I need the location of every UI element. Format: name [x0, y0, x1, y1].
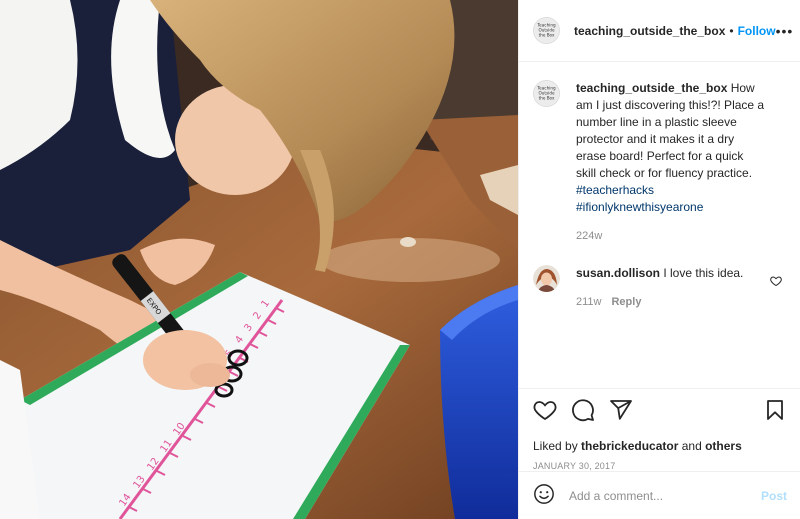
post-photo[interactable]: 1 2 3 4 5 10 11 12 13 14 EXPO: [0, 0, 518, 519]
caption-text-block: teaching_outside_the_box How am I just d…: [576, 80, 766, 216]
bookmark-icon[interactable]: [763, 398, 787, 425]
likes-prefix: Liked by: [533, 439, 582, 453]
emoji-icon[interactable]: [533, 483, 555, 508]
likes-middle: and: [678, 439, 706, 453]
share-icon[interactable]: [609, 398, 633, 425]
comment-text: I love this idea.: [660, 266, 744, 280]
comment-icon[interactable]: [571, 398, 595, 425]
comments-section: Teaching Outside the Box teaching_outsid…: [519, 62, 800, 311]
caption-username[interactable]: teaching_outside_the_box: [576, 81, 727, 95]
add-comment-bar: Post: [519, 471, 800, 519]
post-comment-button[interactable]: Post: [761, 489, 787, 503]
hashtag-link[interactable]: #teacherhacks: [576, 183, 654, 197]
likes-summary: Liked by thebrickeducator and others: [533, 439, 787, 453]
caption-text: How am I just discovering this!?! Place …: [576, 81, 765, 180]
caption-age: 224w: [576, 230, 603, 242]
separator-dot: •: [729, 23, 734, 38]
more-icon[interactable]: •••: [776, 23, 794, 39]
comment-like-heart-icon[interactable]: [770, 275, 782, 290]
caption-author-avatar[interactable]: Teaching Outside the Box: [533, 80, 560, 107]
reply-button[interactable]: Reply: [611, 296, 641, 308]
post-caption: Teaching Outside the Box teaching_outsid…: [533, 80, 786, 245]
author-avatar[interactable]: Teaching Outside the Box: [533, 17, 560, 44]
comment-meta: 211w Reply: [576, 294, 761, 311]
hashtag-link[interactable]: #ifionlyknewthisyearone: [576, 200, 703, 214]
comment-text-block: susan.dollison I love this idea.: [576, 265, 761, 282]
add-comment-input[interactable]: [569, 488, 761, 503]
post-header: Teaching Outside the Box teaching_outsid…: [519, 0, 800, 62]
comment-item: susan.dollison I love this idea. 211w Rep…: [533, 265, 786, 311]
likes-others-link[interactable]: others: [705, 439, 742, 453]
post-actions: Liked by thebrickeducator and others JAN…: [519, 388, 800, 471]
liked-by-user[interactable]: thebrickeducator: [581, 439, 678, 453]
post-date: JANUARY 30, 2017: [533, 461, 616, 471]
author-username[interactable]: teaching_outside_the_box: [574, 24, 725, 38]
follow-button[interactable]: Follow: [738, 24, 776, 38]
comment-age: 211w: [576, 296, 602, 308]
comment-username[interactable]: susan.dollison: [576, 266, 660, 280]
author-avatar-text: the Box: [539, 96, 555, 101]
commenter-avatar[interactable]: [533, 265, 560, 292]
author-avatar-text: the Box: [539, 33, 555, 38]
heart-icon[interactable]: [533, 398, 557, 425]
post-panel: Teaching Outside the Box teaching_outsid…: [518, 0, 800, 519]
